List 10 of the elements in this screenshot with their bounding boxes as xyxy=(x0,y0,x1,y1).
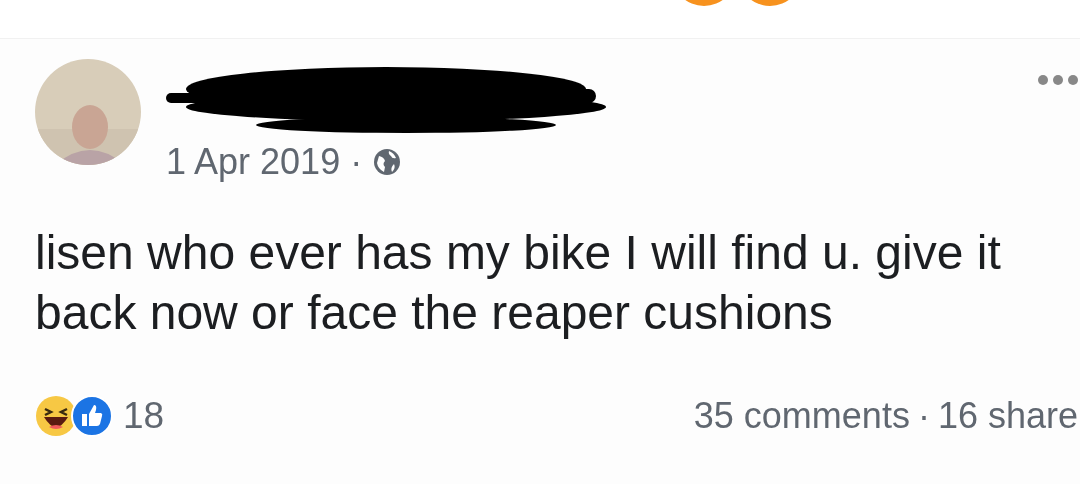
more-options-icon[interactable] xyxy=(1036,73,1080,87)
post-date[interactable]: 1 Apr 2019 xyxy=(166,141,341,183)
comments-count[interactable]: 35 comments xyxy=(693,395,910,437)
thumbs-up-icon xyxy=(71,395,113,437)
reaction-count[interactable]: 18 xyxy=(123,395,165,437)
shares-count[interactable]: 16 share xyxy=(937,395,1078,437)
separator-dot: · xyxy=(917,395,930,437)
separator-dot: · xyxy=(350,141,363,183)
globe-icon xyxy=(372,147,403,177)
post-text: lisen who ever has my bike I will find u. give it back now or face the reaper cushions xyxy=(35,225,1002,341)
